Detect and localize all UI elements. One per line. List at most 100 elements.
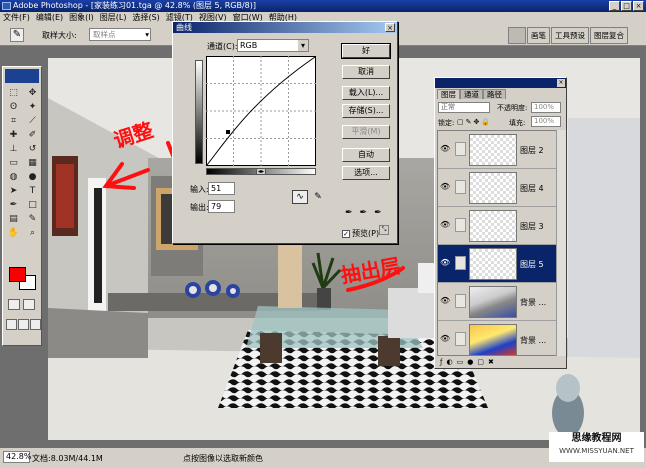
save-button[interactable]: 存储(S)... xyxy=(342,104,390,118)
hand-tool-icon[interactable]: ✋ xyxy=(5,227,22,240)
history-brush-tool-icon[interactable]: ↺ xyxy=(24,143,41,156)
menu-image[interactable]: 图象(I) xyxy=(66,12,97,24)
move-tool-icon[interactable]: ✥ xyxy=(24,87,41,100)
layer-row-selected[interactable]: 👁 图层 5 xyxy=(438,245,565,283)
curves-close-button[interactable]: × xyxy=(385,23,395,32)
standard-mode-button[interactable] xyxy=(8,299,20,310)
mask-icon[interactable]: ◐ xyxy=(446,358,456,366)
palette-well-grip[interactable] xyxy=(508,27,526,44)
stamp-tool-icon[interactable]: ⊥ xyxy=(5,143,22,156)
screen-mode-full-button[interactable] xyxy=(30,319,41,330)
output-field[interactable]: 79 xyxy=(208,200,235,213)
brush-link-icon[interactable] xyxy=(455,256,466,270)
new-set-icon[interactable]: ▭ xyxy=(457,358,468,366)
layer-name: 背景 ... xyxy=(520,298,547,307)
lock-icons[interactable]: ▢✎✥🔒 xyxy=(457,118,492,126)
black-eyedropper-icon[interactable]: ✒ xyxy=(345,208,353,218)
layer-row[interactable]: 👁 图层 3 xyxy=(438,207,565,245)
curves-titlebar[interactable]: 曲线 × xyxy=(173,22,397,33)
options-button[interactable]: 选项... xyxy=(342,166,390,180)
pen-tool-icon[interactable]: ✒ xyxy=(5,199,22,212)
new-layer-icon[interactable]: ▢ xyxy=(477,358,488,366)
preview-check-icon[interactable]: ✓ xyxy=(342,229,350,238)
close-button[interactable]: × xyxy=(633,1,644,11)
gray-eyedropper-icon[interactable]: ✒ xyxy=(360,208,368,218)
blur-tool-icon[interactable]: ◍ xyxy=(5,171,22,184)
expand-icon[interactable]: ⤡ xyxy=(379,225,389,235)
white-eyedropper-icon[interactable]: ✒ xyxy=(374,208,382,218)
channel-select[interactable]: RGB xyxy=(237,39,309,52)
shape-tool-icon[interactable]: □ xyxy=(24,199,41,212)
tab-channels[interactable]: 通道 xyxy=(460,89,483,99)
menu-layer[interactable]: 图层(L) xyxy=(97,12,130,24)
slice-tool-icon[interactable]: ⟋ xyxy=(24,115,41,128)
eraser-tool-icon[interactable]: ▭ xyxy=(5,157,22,170)
palette-tab-layer-comps[interactable]: 图层复合 xyxy=(590,27,628,44)
layer-list-scrollbar[interactable] xyxy=(556,130,566,356)
layers-panel-titlebar[interactable]: × xyxy=(435,78,566,88)
zoom-tool-icon[interactable]: ⌕ xyxy=(24,227,41,240)
menu-select[interactable]: 选择(S) xyxy=(129,12,162,24)
layer-link-box[interactable] xyxy=(455,180,466,194)
cancel-button[interactable]: 取消 xyxy=(342,65,390,79)
tab-paths[interactable]: 路径 xyxy=(483,89,506,99)
layer-row[interactable]: 👁 图层 2 xyxy=(438,131,565,169)
dodge-tool-icon[interactable]: ● xyxy=(24,171,41,184)
quick-mask-mode-button[interactable] xyxy=(23,299,35,310)
preview-checkbox[interactable]: ✓ 预览(P) xyxy=(342,228,379,239)
opacity-field[interactable]: 100% xyxy=(531,102,561,113)
input-field[interactable]: 51 xyxy=(208,182,235,195)
menu-edit[interactable]: 编辑(E) xyxy=(33,12,66,24)
visibility-eye-icon[interactable]: 👁 xyxy=(440,296,454,305)
palette-tab-brushes[interactable]: 画笔 xyxy=(527,27,550,44)
layer-link-box[interactable] xyxy=(455,218,466,232)
palette-tab-tool-presets[interactable]: 工具预设 xyxy=(551,27,589,44)
layer-link-box[interactable] xyxy=(455,294,466,308)
brush-tool-icon[interactable]: ✐ xyxy=(24,129,41,142)
pencil-mode-icon[interactable]: ✎ xyxy=(310,190,326,204)
ok-button[interactable]: 好 xyxy=(341,43,391,59)
load-button[interactable]: 载入(L)... xyxy=(342,86,390,100)
layer-link-box[interactable] xyxy=(455,332,466,346)
gradient-toggle-button[interactable]: ◂▸ xyxy=(256,168,266,175)
marquee-tool-icon[interactable]: ⬚ xyxy=(5,87,22,100)
auto-button[interactable]: 自动 xyxy=(342,148,390,162)
notes-tool-icon[interactable]: ▤ xyxy=(5,213,22,226)
visibility-eye-icon[interactable]: 👁 xyxy=(440,334,454,343)
layer-row[interactable]: 👁 图层 4 xyxy=(438,169,565,207)
magic-wand-tool-icon[interactable]: ✦ xyxy=(24,101,41,114)
minimize-button[interactable]: _ xyxy=(609,1,620,11)
sample-size-select[interactable]: 取样点 xyxy=(89,28,151,41)
visibility-eye-icon[interactable]: 👁 xyxy=(440,144,454,153)
path-select-tool-icon[interactable]: ➤ xyxy=(5,185,22,198)
smooth-button[interactable]: 平滑(M) xyxy=(342,125,390,139)
lasso-tool-icon[interactable]: ʘ xyxy=(5,101,22,114)
layer-row[interactable]: 👁 背景 ... xyxy=(438,321,565,355)
foreground-color-swatch[interactable] xyxy=(9,267,26,282)
layer-link-box[interactable] xyxy=(455,142,466,156)
tab-layers[interactable]: 图层 xyxy=(437,89,460,99)
gradient-tool-icon[interactable]: ▦ xyxy=(24,157,41,170)
curve-graph[interactable] xyxy=(206,56,316,166)
screen-mode-full-menu-button[interactable] xyxy=(18,319,29,330)
zoom-field[interactable]: 42.8% xyxy=(3,451,31,463)
trash-icon[interactable]: ✖ xyxy=(488,358,498,366)
layers-panel-close-icon[interactable]: × xyxy=(557,79,565,87)
screen-mode-standard-button[interactable] xyxy=(6,319,17,330)
visibility-eye-icon[interactable]: 👁 xyxy=(440,182,454,191)
eyedropper-tool-icon[interactable]: ✎ xyxy=(10,28,24,42)
layer-row[interactable]: 👁 背景 ... xyxy=(438,283,565,321)
adjustment-layer-icon[interactable]: ● xyxy=(467,358,477,366)
fill-field[interactable]: 100% xyxy=(531,116,561,127)
curve-control-point[interactable] xyxy=(226,130,230,134)
eyedropper-tool-icon[interactable]: ✎ xyxy=(24,213,41,226)
healing-tool-icon[interactable]: ✚ xyxy=(5,129,22,142)
maximize-button[interactable]: □ xyxy=(621,1,632,11)
visibility-eye-icon[interactable]: 👁 xyxy=(440,258,454,267)
menu-file[interactable]: 文件(F) xyxy=(0,12,33,24)
blend-mode-select[interactable]: 正常 xyxy=(438,102,490,113)
type-tool-icon[interactable]: T xyxy=(24,185,41,198)
visibility-eye-icon[interactable]: 👁 xyxy=(440,220,454,229)
curve-point-mode-icon[interactable]: ∿ xyxy=(292,190,308,204)
crop-tool-icon[interactable]: ⌗ xyxy=(5,115,22,128)
